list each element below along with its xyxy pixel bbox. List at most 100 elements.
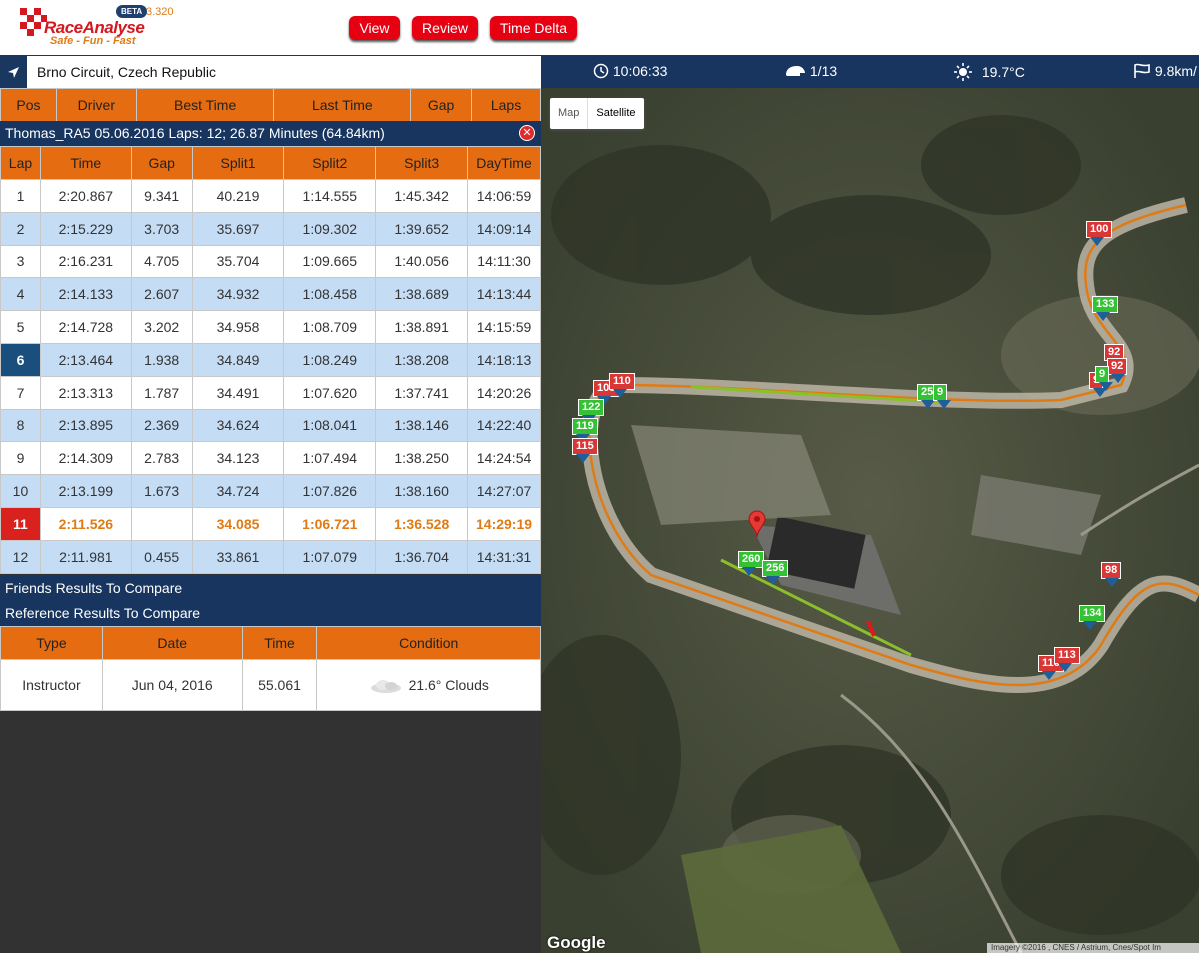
- speed-marker[interactable]: 115: [572, 438, 598, 455]
- column-daytime[interactable]: DayTime: [467, 146, 541, 180]
- column-driver[interactable]: Driver: [55, 88, 137, 122]
- lap-cell-time: 2:16.231: [39, 244, 132, 279]
- time-delta-button[interactable]: Time Delta: [490, 16, 577, 40]
- column-date[interactable]: Date: [101, 626, 243, 660]
- navigation-arrow-icon[interactable]: [0, 56, 27, 88]
- speed-marker[interactable]: 110: [609, 373, 635, 390]
- speed-marker[interactable]: 98: [1101, 562, 1122, 579]
- speed-marker[interactable]: 260: [738, 551, 765, 568]
- column-condition[interactable]: Condition: [316, 626, 541, 660]
- lap-cell-split3: 1:38.891: [375, 310, 469, 344]
- speed-marker[interactable]: 133: [1092, 296, 1119, 313]
- lap-row[interactable]: 9 2:14.309 2.783 34.123 1:07.494 1:38.250 14:2…: [0, 441, 541, 476]
- column-split1[interactable]: Split1: [191, 146, 285, 180]
- lap-cell-gap: [130, 506, 193, 541]
- reference-results-header[interactable]: Reference Results To Compare: [0, 601, 541, 626]
- lap-row[interactable]: 12 2:11.981 0.455 33.861 1:07.079 1:36.704 14:…: [0, 539, 541, 574]
- lap-row[interactable]: 11 2:11.526 34.085 1:06.721 1:36.528 14:29:19: [0, 506, 541, 541]
- column-time[interactable]: Time: [241, 626, 318, 660]
- speed-marker[interactable]: 122: [578, 399, 605, 416]
- column-lap[interactable]: Lap: [0, 146, 41, 180]
- marker-pointer-icon: [576, 454, 590, 463]
- speed-marker[interactable]: 100: [1086, 221, 1113, 238]
- speed-marker[interactable]: 92: [1107, 358, 1128, 375]
- column-best-time[interactable]: Best Time: [135, 88, 275, 122]
- lap-cell-split2: 1:07.620: [283, 375, 377, 410]
- column-split2[interactable]: Split2: [283, 146, 377, 180]
- speed-marker[interactable]: 9: [1095, 366, 1110, 383]
- column-time[interactable]: Time: [39, 146, 132, 180]
- lap-cell-time: 2:13.199: [39, 474, 132, 508]
- circuit-row[interactable]: Brno Circuit, Czech Republic: [0, 55, 541, 88]
- review-button[interactable]: Review: [412, 16, 478, 40]
- lap-cell-split3: 1:37.741: [375, 375, 469, 410]
- left-panel: Brno Circuit, Czech Republic Pos Driver …: [0, 55, 541, 953]
- column-gap[interactable]: Gap: [410, 88, 473, 122]
- cloud-icon: [370, 680, 401, 694]
- lap-cell-gap: 2.369: [130, 408, 193, 443]
- marker-pointer-icon: [613, 389, 627, 398]
- lap-row[interactable]: 3 2:16.231 4.705 35.704 1:09.665 1:40.056 14:1…: [0, 244, 541, 279]
- speed-marker[interactable]: 113: [1054, 647, 1080, 664]
- lap-row[interactable]: 1 2:20.867 9.341 40.219 1:14.555 1:45.342 14:0…: [0, 179, 541, 213]
- helmet-icon: [786, 66, 805, 76]
- lap-cell-time: 2:15.229: [39, 211, 132, 246]
- map-type-map-button[interactable]: Map: [550, 98, 587, 129]
- lap-cell-split3: 1:36.704: [375, 539, 469, 574]
- lap-cell-time: 2:11.526: [39, 506, 132, 541]
- lap-cell-daytime: 14:29:19: [467, 506, 541, 541]
- lap-cell-daytime: 14:20:26: [467, 375, 541, 410]
- lap-row[interactable]: 5 2:14.728 3.202 34.958 1:08.709 1:38.891 14:1…: [0, 310, 541, 344]
- lap-cell-gap: 9.341: [130, 179, 193, 213]
- lap-cell-daytime: 14:11:30: [467, 244, 541, 279]
- lap-row[interactable]: 2 2:15.229 3.703 35.697 1:09.302 1:39.652 14:0…: [0, 211, 541, 246]
- sun-icon: [954, 63, 972, 81]
- lap-cell-time: 2:13.895: [39, 408, 132, 443]
- logo-slogan: Safe - Fun - Fast: [50, 35, 136, 47]
- column-laps[interactable]: Laps: [471, 88, 541, 122]
- lap-row[interactable]: 7 2:13.313 1.787 34.491 1:07.620 1:37.741 14:2…: [0, 375, 541, 410]
- lap-cell-split2: 1:08.041: [283, 408, 377, 443]
- lap-row[interactable]: 8 2:13.895 2.369 34.624 1:08.041 1:38.146 14:2…: [0, 408, 541, 443]
- version-label: 3.320: [146, 6, 174, 18]
- map-type-satellite-button[interactable]: Satellite: [587, 98, 643, 129]
- lap-cell-split2: 1:08.249: [283, 342, 377, 377]
- lap-cell-daytime: 14:15:59: [467, 310, 541, 344]
- speed-marker[interactable]: 256: [762, 560, 789, 577]
- lap-row[interactable]: 6 2:13.464 1.938 34.849 1:08.249 1:38.208 14:1…: [0, 342, 541, 377]
- friends-results-header[interactable]: Friends Results To Compare: [0, 576, 541, 601]
- temperature-value: 19.7°C: [981, 64, 1025, 80]
- speed-marker[interactable]: 119: [572, 418, 598, 435]
- lap-row[interactable]: 4 2:14.133 2.607 34.932 1:08.458 1:38.689 14:1…: [0, 277, 541, 312]
- speed-marker[interactable]: 9: [933, 384, 948, 401]
- lap-cell-gap: 4.705: [130, 244, 193, 279]
- lap-cell-time: 2:13.464: [39, 342, 132, 377]
- column-split3[interactable]: Split3: [375, 146, 469, 180]
- clock-icon: [593, 63, 609, 79]
- marker-pointer-icon: [937, 400, 951, 409]
- view-button[interactable]: View: [349, 16, 400, 40]
- marker-pointer-icon: [766, 576, 780, 585]
- lap-cell-gap: 1.938: [130, 342, 193, 377]
- raceanalyse-logo[interactable]: RaceAnalyse Safe - Fun - Fast BETA 3.320: [18, 4, 174, 50]
- reference-row[interactable]: Instructor Jun 04, 2016 55.061 21.6° Clo…: [0, 659, 541, 711]
- column-pos[interactable]: Pos: [0, 88, 57, 122]
- speed-marker[interactable]: 134: [1079, 605, 1106, 622]
- lap-cell-daytime: 14:09:14: [467, 211, 541, 246]
- lap-cell-split3: 1:38.250: [375, 441, 469, 476]
- lap-cell-split2: 1:09.302: [283, 211, 377, 246]
- wind-value: 9.8km/: [1154, 63, 1197, 79]
- column-gap[interactable]: Gap: [130, 146, 193, 180]
- marker-pointer-icon: [1090, 237, 1104, 246]
- track-map[interactable]: 10:06:33 1/13 19.7°C 9.8km/ Map Satellit…: [541, 55, 1199, 953]
- map-pin-icon[interactable]: [748, 510, 766, 538]
- lap-cell-split1: 34.624: [191, 408, 285, 443]
- column-last-time[interactable]: Last Time: [273, 88, 412, 122]
- close-icon[interactable]: ✕: [519, 125, 535, 141]
- reference-condition: 21.6° Clouds: [316, 659, 541, 711]
- reference-time: 55.061: [241, 659, 318, 711]
- lap-row[interactable]: 10 2:13.199 1.673 34.724 1:07.826 1:38.160 14:…: [0, 474, 541, 508]
- column-type[interactable]: Type: [0, 626, 103, 660]
- reference-table: Type Date Time Condition Instructor Jun …: [0, 626, 541, 711]
- reference-type: Instructor: [0, 659, 103, 711]
